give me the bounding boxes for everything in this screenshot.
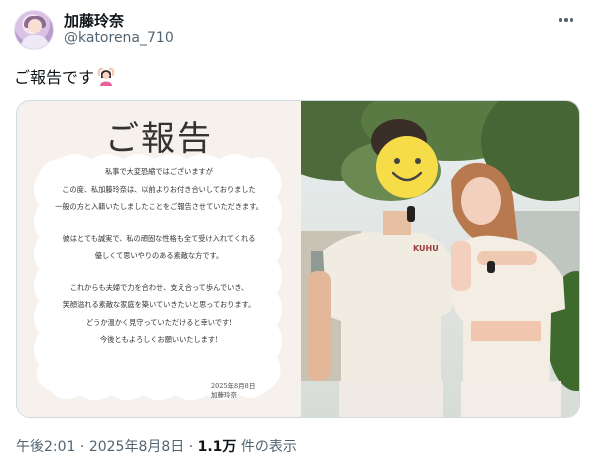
- notice-date: 2025年8月8日: [211, 382, 256, 390]
- meta-separator: ·: [75, 439, 89, 455]
- media-image[interactable]: ご報告 私事で大変恐縮ではございますが この度、私加藤玲奈は、以前よりお付き合い…: [16, 100, 580, 418]
- notice-line: 一般の方と入籍いたしましたことをご報告させていただきます。: [55, 202, 263, 211]
- notice-line: 今後ともよろしくお願いいたします!: [100, 335, 218, 344]
- shirt-logo: KUHU: [413, 244, 439, 253]
- post-date[interactable]: 2025年8月8日: [89, 439, 184, 455]
- tweet-text: ご報告です: [14, 64, 116, 88]
- avatar[interactable]: [14, 10, 54, 50]
- couple-photo: KUHU: [301, 101, 579, 417]
- post-time[interactable]: 午後2:01: [16, 439, 75, 455]
- tweet-text-body: ご報告です: [14, 68, 95, 87]
- notice-image: ご報告 私事で大変恐縮ではございますが この度、私加藤玲奈は、以前よりお付き合い…: [17, 101, 301, 417]
- notice-line: 彼はとても誠実で、私の頑固な性格も全て受け入れてくれる: [62, 233, 256, 243]
- views-label[interactable]: 件の表示: [236, 439, 297, 455]
- author-display-name[interactable]: 加藤玲奈: [64, 10, 124, 31]
- notice-line: どうか温かく見守っていただけると幸いです!: [85, 317, 233, 327]
- couple-photo-drawing: KUHU: [301, 101, 579, 417]
- views-count[interactable]: 1.1万: [198, 439, 237, 455]
- notice-signature: 加藤玲奈: [211, 391, 237, 399]
- notice-line: [33, 265, 285, 279]
- meta-separator: ·: [184, 439, 198, 455]
- woman-gesturing-ok-icon: [96, 66, 116, 86]
- notice-line: [33, 216, 285, 230]
- author-handle[interactable]: @katorena_710: [64, 30, 174, 46]
- notice-signature-block: 2025年8月8日 加藤玲奈: [211, 382, 255, 400]
- notice-line: 私事で大変恐縮ではございますが: [105, 167, 213, 176]
- more-options-icon[interactable]: [556, 11, 576, 29]
- tweet-meta: 午後2:01 · 2025年8月8日 · 1.1万 件の表示: [16, 436, 297, 456]
- smiley-face-icon: [376, 136, 438, 198]
- notice-line: これからも夫婦で力を合わせ、支え合って歩んでいき、: [69, 282, 249, 292]
- notice-line: 優しくて思いやりのある素敵な方です。: [94, 251, 224, 260]
- notice-body: 私事で大変恐縮ではございますが この度、私加藤玲奈は、以前よりお付き合いしており…: [33, 163, 285, 349]
- notice-line: 笑顔溢れる素敵な家庭を築いていきたいと思っております。: [62, 300, 256, 309]
- tweet-header: 加藤玲奈 @katorena_710: [14, 6, 578, 52]
- notice-line: この度、私加藤玲奈は、以前よりお付き合いしておりました: [62, 184, 256, 194]
